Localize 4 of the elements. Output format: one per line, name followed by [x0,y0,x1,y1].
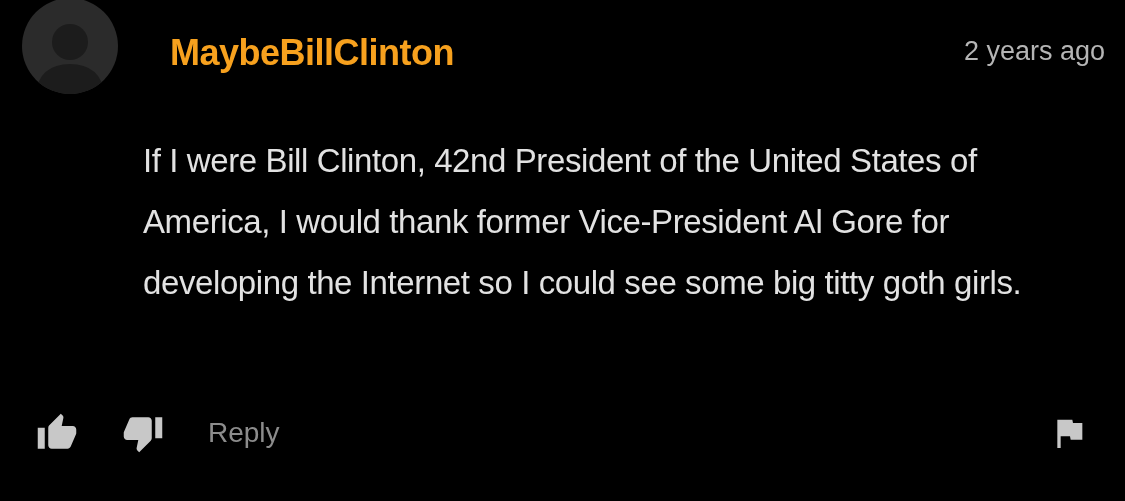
timestamp: 2 years ago [963,36,1105,67]
comment-text: If I were Bill Clinton, 42nd President of the United States of America, I would thank former Vice-President Al Gore for developing the Internet so I could see some big titty goth girls. [143,141,1023,303]
reply-button[interactable]: Reply [208,417,280,449]
username: MaybeBillClinton [170,32,454,74]
